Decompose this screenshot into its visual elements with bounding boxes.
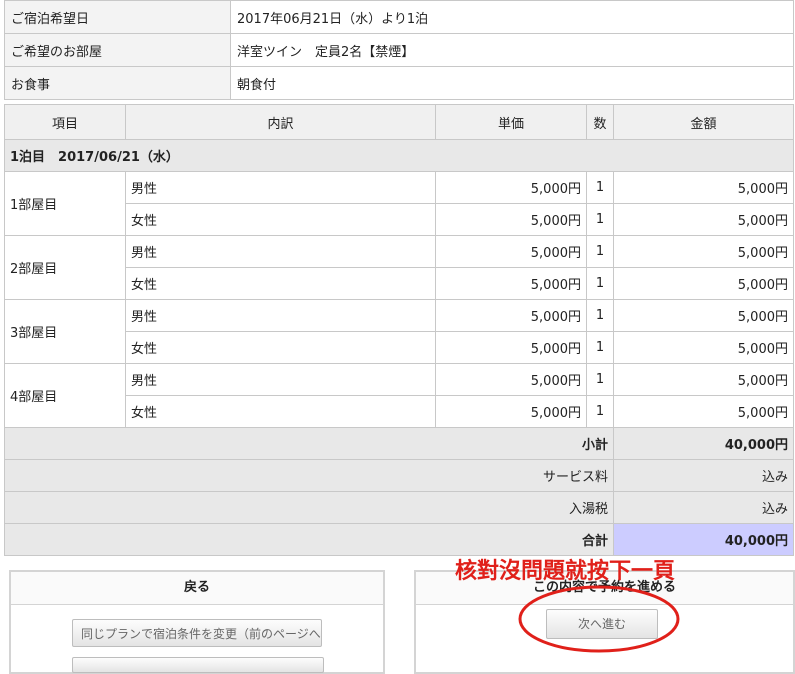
amount: 5,000円 [613, 395, 794, 428]
date-value: 2017年06月21日（水）より1泊 [230, 0, 794, 34]
guest-type: 男性 [125, 363, 436, 396]
unit-price: 5,000円 [435, 235, 587, 268]
room-label: ご希望のお部屋 [4, 33, 231, 67]
unit-price: 5,000円 [435, 363, 587, 396]
service-label: サービス料 [4, 459, 614, 492]
unit-price: 5,000円 [435, 299, 587, 332]
guest-type: 男性 [125, 235, 436, 268]
guest-type: 男性 [125, 299, 436, 332]
unit-price: 5,000円 [435, 171, 587, 204]
annotation-text: 核對沒問題就按下一頁 [455, 559, 676, 584]
quantity: 1 [586, 299, 614, 332]
meal-value: 朝食付 [230, 66, 794, 100]
amount: 5,000円 [613, 299, 794, 332]
service-row: サービス料 込み [4, 459, 794, 492]
quantity: 1 [586, 235, 614, 268]
next-panel: この内容で予約を進める 次へ進む [414, 570, 795, 674]
room-name: 4部屋目 [4, 363, 126, 428]
amount: 5,000円 [613, 203, 794, 236]
quantity: 1 [586, 331, 614, 364]
meal-label: お食事 [4, 66, 231, 100]
meal-row: お食事 朝食付 [4, 66, 794, 100]
table-row: 4部屋目 男性 5,000円 1 5,000円 [4, 363, 794, 428]
service-value: 込み [613, 459, 794, 492]
header-qty: 数 [586, 104, 614, 140]
amount: 5,000円 [613, 363, 794, 396]
next-button[interactable]: 次へ進む [546, 609, 658, 639]
quantity: 1 [586, 203, 614, 236]
room-name: 1部屋目 [4, 171, 126, 236]
guest-type: 女性 [125, 203, 436, 236]
guest-type: 女性 [125, 267, 436, 300]
subtotal-row: 小計 40,000円 [4, 427, 794, 460]
reservation-info-table: ご宿泊希望日 2017年06月21日（水）より1泊 ご希望のお部屋 洋室ツイン … [4, 0, 794, 100]
amount: 5,000円 [613, 267, 794, 300]
date-row: ご宿泊希望日 2017年06月21日（水）より1泊 [4, 0, 794, 34]
guest-type: 女性 [125, 331, 436, 364]
change-conditions-button[interactable]: 同じプランで宿泊条件を変更（前のページへ [72, 619, 322, 647]
amount: 5,000円 [613, 331, 794, 364]
header-detail: 内訳 [125, 104, 436, 140]
table-row: 2部屋目 男性 5,000円 1 5,000円 [4, 235, 794, 300]
quantity: 1 [586, 363, 614, 396]
quantity: 1 [586, 395, 614, 428]
total-row: 合計 40,000円 [4, 523, 794, 556]
header-price: 単価 [435, 104, 587, 140]
amount: 5,000円 [613, 235, 794, 268]
back-secondary-button[interactable] [72, 657, 324, 673]
unit-price: 5,000円 [435, 331, 587, 364]
unit-price: 5,000円 [435, 395, 587, 428]
amount: 5,000円 [613, 171, 794, 204]
room-value: 洋室ツイン 定員2名【禁煙】 [230, 33, 794, 67]
price-detail-table: 項目 内訳 単価 数 金額 1泊目 2017/06/21（水） 1部屋目 男性 … [4, 104, 794, 556]
total-value: 40,000円 [613, 523, 794, 556]
room-row: ご希望のお部屋 洋室ツイン 定員2名【禁煙】 [4, 33, 794, 67]
guest-type: 女性 [125, 395, 436, 428]
quantity: 1 [586, 267, 614, 300]
subtotal-label: 小計 [4, 427, 614, 460]
header-amount: 金額 [613, 104, 794, 140]
day-row: 1泊目 2017/06/21（水） [4, 139, 794, 172]
back-panel-title: 戻る [11, 572, 383, 605]
tax-value: 込み [613, 491, 794, 524]
room-name: 3部屋目 [4, 299, 126, 364]
header-row: 項目 内訳 単価 数 金額 [4, 104, 794, 140]
tax-label: 入湯税 [4, 491, 614, 524]
day-label: 1泊目 2017/06/21（水） [4, 139, 794, 172]
unit-price: 5,000円 [435, 203, 587, 236]
header-item: 項目 [4, 104, 126, 140]
guest-type: 男性 [125, 171, 436, 204]
table-row: 1部屋目 男性 5,000円 1 5,000円 [4, 171, 794, 236]
total-label: 合計 [4, 523, 614, 556]
unit-price: 5,000円 [435, 267, 587, 300]
quantity: 1 [586, 171, 614, 204]
table-row: 3部屋目 男性 5,000円 1 5,000円 [4, 299, 794, 364]
room-name: 2部屋目 [4, 235, 126, 300]
back-panel: 戻る 同じプランで宿泊条件を変更（前のページへ [9, 570, 385, 674]
tax-row: 入湯税 込み [4, 491, 794, 524]
date-label: ご宿泊希望日 [4, 0, 231, 34]
subtotal-value: 40,000円 [613, 427, 794, 460]
